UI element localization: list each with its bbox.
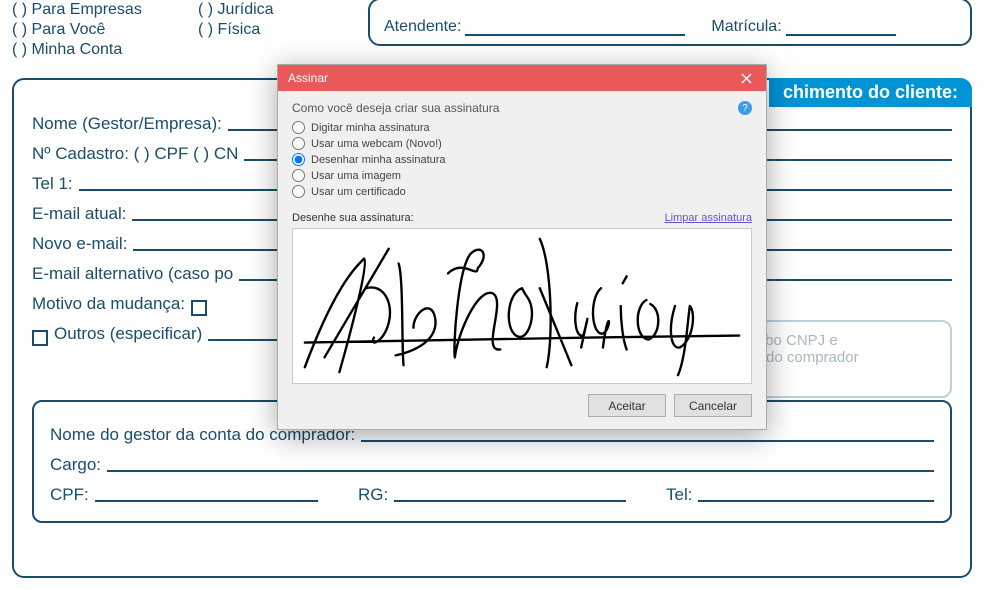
matricula-line[interactable] — [786, 34, 896, 36]
lbl-tel: Tel: — [666, 485, 692, 505]
help-icon[interactable]: ? — [738, 101, 752, 115]
lbl-rg: RG: — [358, 485, 388, 505]
radio-label-1: Usar uma webcam (Novo!) — [311, 138, 442, 150]
lbl-novo-email: Novo e-mail: — [32, 234, 127, 254]
lbl-cpf: CPF: — [50, 485, 89, 505]
radio-input-3[interactable] — [292, 169, 305, 182]
opt-juridica[interactable]: ( ) Jurídica — [198, 0, 368, 20]
lbl-nome-gestor: Nome (Gestor/Empresa): — [32, 114, 222, 134]
radio-option-0[interactable]: Digitar minha assinatura — [292, 121, 752, 134]
top-header-row: ( ) Para Empresas ( ) Para Você ( ) Minh… — [0, 0, 984, 60]
signature-method-radios: Digitar minha assinatura Usar uma webcam … — [292, 121, 752, 198]
accept-button[interactable]: Aceitar — [588, 394, 666, 417]
field-rg[interactable] — [394, 500, 626, 502]
radio-label-2: Desenhar minha assinatura — [311, 154, 446, 166]
radio-label-4: Usar um certificado — [311, 186, 406, 198]
lbl-cargo: Cargo: — [50, 455, 101, 475]
lbl-num-cadastro: Nº Cadastro: ( ) CPF ( ) CN — [32, 144, 238, 164]
radio-option-2[interactable]: Desenhar minha assinatura — [292, 153, 752, 166]
radio-input-1[interactable] — [292, 137, 305, 150]
atendente-line[interactable] — [465, 34, 685, 36]
signature-canvas[interactable] — [292, 228, 752, 384]
lbl-outros: Outros (especificar) — [54, 324, 202, 344]
radio-input-0[interactable] — [292, 121, 305, 134]
radio-option-4[interactable]: Usar um certificado — [292, 185, 752, 198]
close-icon[interactable] — [726, 65, 766, 91]
checkbox-motivo[interactable] — [191, 300, 207, 316]
clear-signature-link[interactable]: Limpar assinatura — [665, 212, 752, 224]
radio-input-2[interactable] — [292, 153, 305, 166]
cancel-button[interactable]: Cancelar — [674, 394, 752, 417]
radio-option-3[interactable]: Usar uma imagem — [292, 169, 752, 182]
dialog-title-text: Assinar — [288, 71, 328, 85]
radio-label-0: Digitar minha assinatura — [311, 122, 430, 134]
lbl-tel1: Tel 1: — [32, 174, 73, 194]
blue-tab-right: chimento do cliente: — [769, 78, 972, 107]
draw-label: Desenhe sua assinatura: — [292, 212, 414, 224]
lbl-email-alt: E-mail alternativo (caso po — [32, 264, 233, 284]
sign-dialog: Assinar Como você deseja criar sua assin… — [277, 64, 767, 430]
matricula-label: Matrícula: — [711, 18, 781, 36]
radio-option-1[interactable]: Usar uma webcam (Novo!) — [292, 137, 752, 150]
field-cpf[interactable] — [95, 500, 318, 502]
checkbox-outros[interactable] — [32, 330, 48, 346]
atendente-label: Atendente: — [384, 18, 461, 36]
opt-para-voce[interactable]: ( ) Para Você — [12, 20, 198, 40]
lbl-email-atual: E-mail atual: — [32, 204, 126, 224]
opt-fisica[interactable]: ( ) Física — [198, 20, 368, 40]
field-tel[interactable] — [698, 500, 934, 502]
dialog-titlebar[interactable]: Assinar — [278, 65, 766, 91]
radio-label-3: Usar uma imagem — [311, 170, 401, 182]
dialog-heading: Como você deseja criar sua assinatura — [292, 101, 499, 115]
signature-drawing — [293, 229, 751, 383]
radio-input-4[interactable] — [292, 185, 305, 198]
opt-minha-conta[interactable]: ( ) Minha Conta — [12, 40, 198, 60]
field-nome-gestor-conta[interactable] — [361, 440, 934, 442]
atendente-box: Atendente: Matrícula: — [368, 0, 972, 46]
field-cargo[interactable] — [107, 470, 934, 472]
lbl-motivo: Motivo da mudança: — [32, 294, 185, 314]
opt-para-empresas[interactable]: ( ) Para Empresas — [12, 0, 198, 20]
